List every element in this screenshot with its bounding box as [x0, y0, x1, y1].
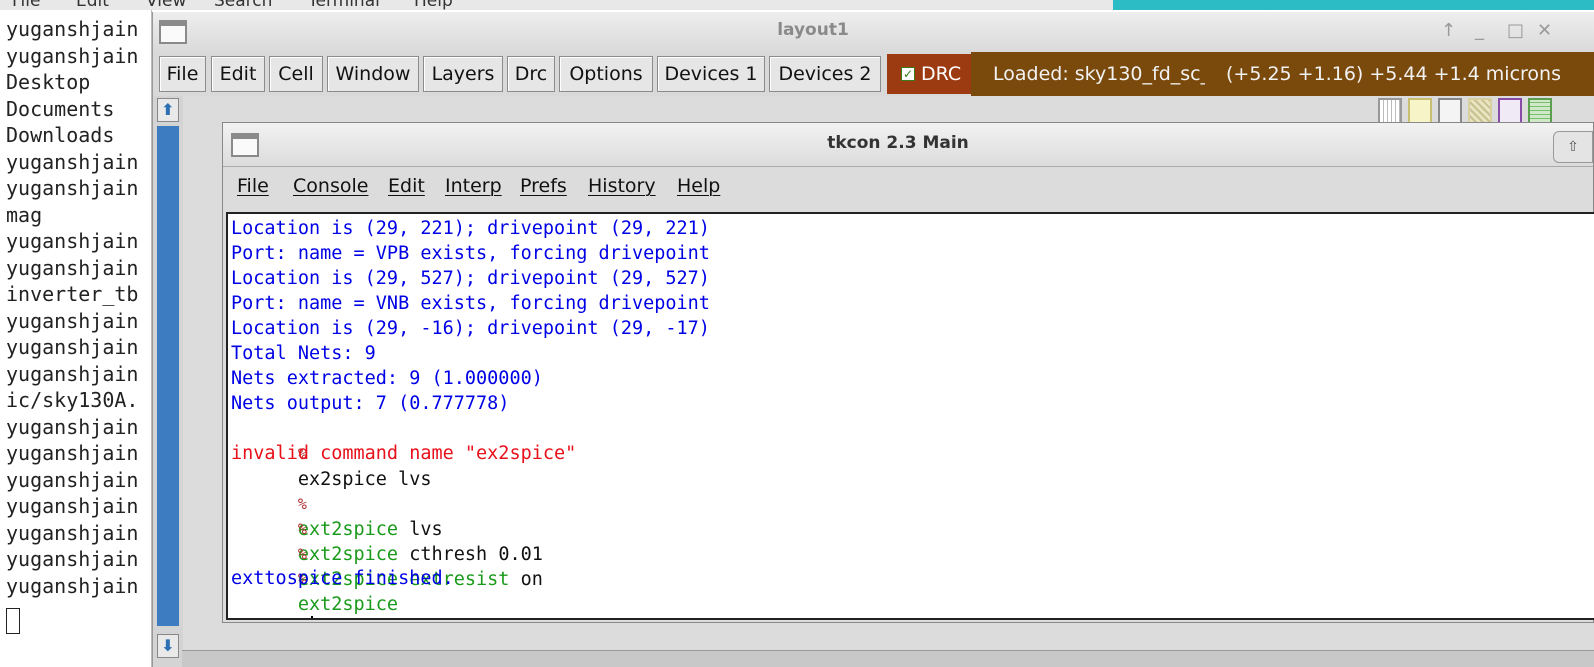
scroll-down-icon[interactable]: ⬇ — [157, 634, 179, 658]
console-line: Port: name = VPB exists, forcing drivepo… — [231, 243, 710, 264]
console-line: Nets output: 7 (0.777778) — [231, 393, 510, 414]
tkcon-title: tkcon 2.3 Main — [827, 133, 969, 153]
maximize-icon[interactable]: □ — [1507, 20, 1524, 41]
layout-window-title: layout1 — [777, 20, 849, 40]
tkcon-menubar: File Console Edit Interp Prefs History H… — [223, 167, 1593, 211]
command-args: on — [509, 569, 543, 590]
terminal-menu-edit[interactable]: Edit — [76, 0, 109, 10]
tkcon-menu-file[interactable]: File — [237, 175, 269, 197]
scroll-up-icon[interactable]: ⬆ — [157, 98, 179, 122]
terminal-line: yuganshjain — [6, 494, 139, 518]
console-line: Total Nets: 9 — [231, 343, 376, 364]
tkcon-menu-interp[interactable]: Interp — [445, 175, 502, 197]
menu-edit[interactable]: Edit — [211, 56, 265, 92]
console-line: Nets extracted: 9 (1.000000) — [231, 368, 543, 389]
tkcon-menu-help[interactable]: Help — [677, 175, 720, 197]
tkcon-titlebar[interactable]: tkcon 2.3 Main ⇧ — [223, 123, 1593, 167]
drc-label: DRC — [921, 63, 962, 85]
layer-purple-icon[interactable] — [1498, 98, 1522, 124]
background-terminal[interactable]: yuganshjain yuganshjain Desktop Document… — [0, 10, 152, 667]
menu-file[interactable]: File — [159, 56, 206, 92]
console-line: exttospice finished. — [231, 568, 454, 589]
terminal-line: Desktop — [6, 70, 91, 94]
drc-toggle[interactable]: ✓ DRC — [887, 54, 971, 94]
raise-icon[interactable]: ↑ — [1441, 20, 1456, 41]
tkcon-window: tkcon 2.3 Main ⇧ File Console Edit Inter… — [222, 122, 1594, 623]
terminal-line: yuganshjain — [6, 521, 139, 545]
terminal-line: ic/sky130A. — [6, 388, 139, 412]
menu-devices-2[interactable]: Devices 2 — [769, 56, 881, 92]
menu-options[interactable]: Options — [559, 56, 653, 92]
vertical-scrollbar[interactable]: ⬆ ⬇ — [153, 96, 183, 667]
command-name: ext2spice — [297, 594, 399, 615]
close-icon[interactable]: ✕ — [1537, 20, 1552, 41]
terminal-line: yuganshjain — [6, 229, 139, 253]
terminal-line: yuganshjain — [6, 17, 139, 41]
layer-outline-icon[interactable] — [1438, 98, 1462, 124]
terminal-line: Documents — [6, 97, 115, 121]
terminal-line: yuganshjain — [6, 547, 139, 571]
terminal-menu-search[interactable]: Search — [214, 0, 272, 10]
terminal-menu-help[interactable]: Help — [414, 0, 453, 10]
layer-palette — [1378, 98, 1594, 124]
layout-titlebar[interactable]: layout1 ↑ _ □ ✕ — [153, 12, 1594, 52]
console-line: Location is (29, 527); drivepoint (29, 5… — [231, 268, 710, 289]
desktop-panel-strip — [1113, 0, 1594, 10]
drc-checkbox-icon[interactable]: ✓ — [901, 67, 915, 81]
minimize-icon[interactable]: _ — [1475, 20, 1484, 41]
console-line: Location is (29, 221); drivepoint (29, 2… — [231, 218, 710, 239]
layout-menubar: File Edit Cell Window Layers Drc Options… — [153, 52, 1594, 96]
tkcon-menu-history[interactable]: History — [588, 175, 656, 197]
tkcon-menu-prefs[interactable]: Prefs — [520, 175, 567, 197]
layer-hatched-icon[interactable] — [1468, 98, 1492, 124]
menu-drc[interactable]: Drc — [507, 56, 555, 92]
console-output[interactable]: Location is (29, 221); drivepoint (29, 2… — [226, 212, 1594, 620]
terminal-menu-file[interactable]: File — [12, 0, 40, 10]
scroll-thumb[interactable] — [157, 126, 179, 626]
terminal-menubar: File Edit View Search Terminal Help — [0, 0, 1120, 10]
status-area: Loaded: sky130_fd_sc_hd__inv_1 (+5.25 +1… — [971, 52, 1594, 96]
terminal-line: yuganshjain — [6, 335, 139, 359]
tkcon-menu-edit[interactable]: Edit — [388, 175, 425, 197]
cursor-coordinates: (+5.25 +1.16) +5.44 +1.4 microns — [1226, 63, 1561, 85]
terminal-line: yuganshjain — [6, 309, 139, 333]
terminal-line: inverter_tb — [6, 282, 139, 306]
terminal-menu-terminal[interactable]: Terminal — [308, 0, 380, 10]
text-cursor — [310, 616, 313, 618]
menu-devices-1[interactable]: Devices 1 — [657, 56, 765, 92]
console-line: Port: name = VNB exists, forcing drivepo… — [231, 293, 710, 314]
layer-grid-icon[interactable] — [1378, 98, 1402, 124]
terminal-line: Downloads — [6, 123, 115, 147]
up-arrow-icon[interactable]: ⇧ — [1553, 131, 1593, 163]
terminal-menu-view[interactable]: View — [146, 0, 186, 10]
terminal-line: yuganshjain — [6, 362, 139, 386]
console-error-line: invalid command name "ex2spice" — [231, 443, 577, 464]
terminal-line: yuganshjain — [6, 44, 139, 68]
terminal-cursor — [6, 608, 20, 634]
tkcon-menu-console[interactable]: Console — [293, 175, 368, 197]
terminal-line: yuganshjain — [6, 574, 139, 598]
window-menu-icon[interactable] — [159, 20, 187, 44]
terminal-line: yuganshjain — [6, 176, 139, 200]
menu-window[interactable]: Window — [327, 56, 419, 92]
loaded-cell-status: Loaded: sky130_fd_sc_hd__inv_1 — [993, 63, 1205, 85]
window-menu-icon[interactable] — [231, 133, 259, 157]
menu-layers[interactable]: Layers — [423, 56, 503, 92]
terminal-line: mag — [6, 203, 43, 227]
menu-cell[interactable]: Cell — [269, 56, 323, 92]
terminal-line: yuganshjain — [6, 150, 139, 174]
layer-green-icon[interactable] — [1528, 98, 1552, 124]
horizontal-scrollbar[interactable] — [182, 650, 1594, 667]
terminal-line: yuganshjain — [6, 256, 139, 280]
terminal-line: yuganshjain — [6, 468, 139, 492]
console-input-line[interactable]: % — [231, 591, 313, 618]
console-line: Location is (29, -16); drivepoint (29, -… — [231, 318, 710, 339]
layer-yellow-icon[interactable] — [1408, 98, 1432, 124]
terminal-line: yuganshjain — [6, 441, 139, 465]
terminal-line: yuganshjain — [6, 415, 139, 439]
